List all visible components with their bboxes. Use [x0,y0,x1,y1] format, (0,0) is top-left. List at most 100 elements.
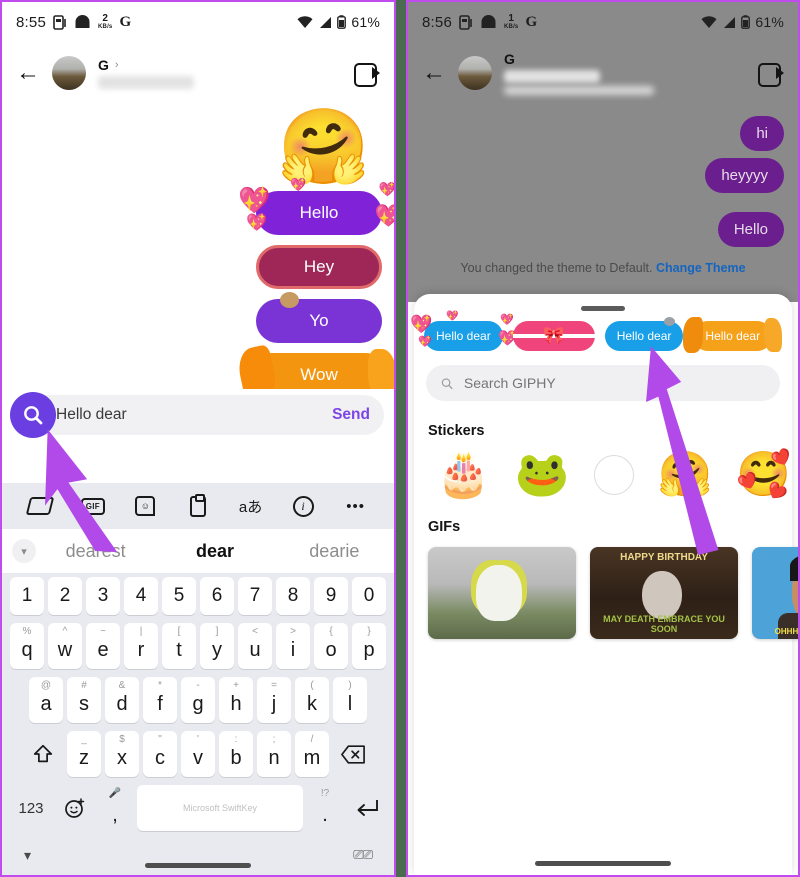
avatar[interactable] [458,56,492,90]
info-icon[interactable]: i [290,493,316,519]
gif-caption: OHHHH YES! I'M EXCITED! [774,627,799,636]
cake-sticker[interactable]: 🎂 [436,453,491,497]
key-j[interactable]: = j [257,677,291,723]
key-f[interactable]: * f [143,677,177,723]
comma-key[interactable]: 🎤 , [97,785,133,831]
giphy-search-field[interactable] [426,365,780,401]
key-k[interactable]: (k [295,677,329,723]
key-o[interactable]: {o [314,623,348,669]
google-icon: G [119,13,132,30]
hug-emoji[interactable]: 🤗 [278,110,370,184]
message-bubble[interactable]: hi [740,116,784,151]
key-x[interactable]: $ x [105,731,139,777]
suggestion-chip-splat[interactable]: Hello dear [683,317,783,353]
key-l[interactable]: ) l [333,677,367,723]
sheet-grabber[interactable] [581,306,625,311]
key-g[interactable]: -g [181,677,215,723]
sticker-icon[interactable]: ☺ [132,493,158,519]
key-s[interactable]: # s [67,677,101,723]
sticker-yo[interactable]: Yo [256,292,382,343]
key-u[interactable]: < u [238,623,272,669]
sticker-placeholder[interactable] [593,455,634,495]
period-key[interactable]: !? . [307,785,343,831]
contact-name-block[interactable]: G › [98,57,194,89]
enter-icon[interactable] [347,785,387,831]
more-icon[interactable]: ••• [343,493,369,519]
avatar[interactable] [52,56,86,90]
space-key[interactable]: Microsoft SwiftKey [137,785,303,831]
numeric-switch-key[interactable]: 123 [9,785,53,831]
contact-name-block[interactable]: G › [504,51,654,95]
clipboard-icon[interactable] [185,493,211,519]
key-t[interactable]: [t [162,623,196,669]
smiling-heart-sticker[interactable]: 🥰 [736,453,791,497]
key-r[interactable]: | r [124,623,158,669]
gif-card-mascot[interactable] [428,547,576,639]
gif-icon[interactable]: GIF [80,493,106,519]
key-z[interactable]: _ z [67,731,101,777]
sticker-hey[interactable]: Hey [256,245,382,289]
key-q[interactable]: % q [10,623,44,669]
giphy-search-input[interactable] [463,375,766,391]
gif-subject [642,571,682,619]
suggestion-chip-gift[interactable]: 🎀 [512,321,595,351]
message-bubble[interactable]: Hello [717,212,784,247]
heart-icon: 💖 [246,213,268,232]
key-v[interactable]: ' v [181,731,215,777]
key-c[interactable]: " c [143,731,177,777]
status-time: 8:55 [16,13,46,31]
suggestion-0[interactable]: dearest [36,541,155,562]
chevron-down-icon[interactable]: ▾ [12,539,36,563]
key-p[interactable]: } p [352,623,386,669]
back-button[interactable]: ← [422,61,446,85]
emoji-icon[interactable] [57,785,93,831]
key-a[interactable]: @ a [29,677,63,723]
suggestion-2[interactable]: dearie [275,541,394,562]
key-d[interactable]: & d [105,677,139,723]
search-icon-button[interactable] [10,392,56,438]
backspace-icon[interactable] [333,731,373,777]
gif-subject-hair [790,551,798,581]
suggestion-1[interactable]: dear [155,541,274,562]
roll-icon[interactable] [26,493,55,519]
message-text: Hello dear [56,406,127,423]
key-m[interactable]: / m [295,731,329,777]
key-7[interactable]: 7 [238,577,272,615]
key-e[interactable]: ~ e [86,623,120,669]
gif-card-excited[interactable]: OHHHH YES! I'M EXCITED! [752,547,799,639]
suggestion-chip-hearts[interactable]: 💖 💖 💖 💖 💖 Hello dear [410,311,517,351]
contact-name-blurred [504,70,600,83]
key-w[interactable]: ^ w [48,623,82,669]
change-theme-link[interactable]: Change Theme [656,261,746,275]
chevron-down-icon[interactable]: ▾ [24,847,31,864]
key-8[interactable]: 8 [276,577,310,615]
suggestion-chip-plain[interactable]: Hello dear [604,317,684,351]
gif-card-birthday[interactable]: HAPPY BIRTHDAY MAY DEATH EMBRACE YOU SOO… [590,547,738,639]
translate-icon[interactable]: aあ [238,493,264,519]
key-0[interactable]: 0 [352,577,386,615]
back-button[interactable]: ← [16,61,40,85]
video-call-icon[interactable] [758,63,784,87]
key-9[interactable]: 9 [314,577,348,615]
key-i[interactable]: > i [276,623,310,669]
key-5[interactable]: 5 [162,577,196,615]
video-call-icon[interactable] [354,63,380,87]
key-n[interactable]: ; n [257,731,291,777]
key-3[interactable]: 3 [86,577,120,615]
sticker-hello[interactable]: 💖 💖 💖 💖 💖 Hello [238,177,394,235]
key-1[interactable]: 1 [10,577,44,615]
key-6[interactable]: 6 [200,577,234,615]
key-h[interactable]: + h [219,677,253,723]
key-b[interactable]: :b [219,731,253,777]
shift-icon[interactable] [23,731,63,777]
key-y[interactable]: ] y [200,623,234,669]
chip-label: Hello dear [436,329,491,343]
key-4[interactable]: 4 [124,577,158,615]
keyboard-icon[interactable]: ⎚⎚ [353,847,373,863]
key-2[interactable]: 2 [48,577,82,615]
send-button[interactable]: Send [332,406,370,424]
message-bubble[interactable]: heyyyy [705,158,784,193]
hug-sticker[interactable]: 🤗 [658,453,713,497]
frog-sticker[interactable]: 🐸 [515,453,570,497]
message-input-pill[interactable]: Hello dear Send [10,392,384,438]
